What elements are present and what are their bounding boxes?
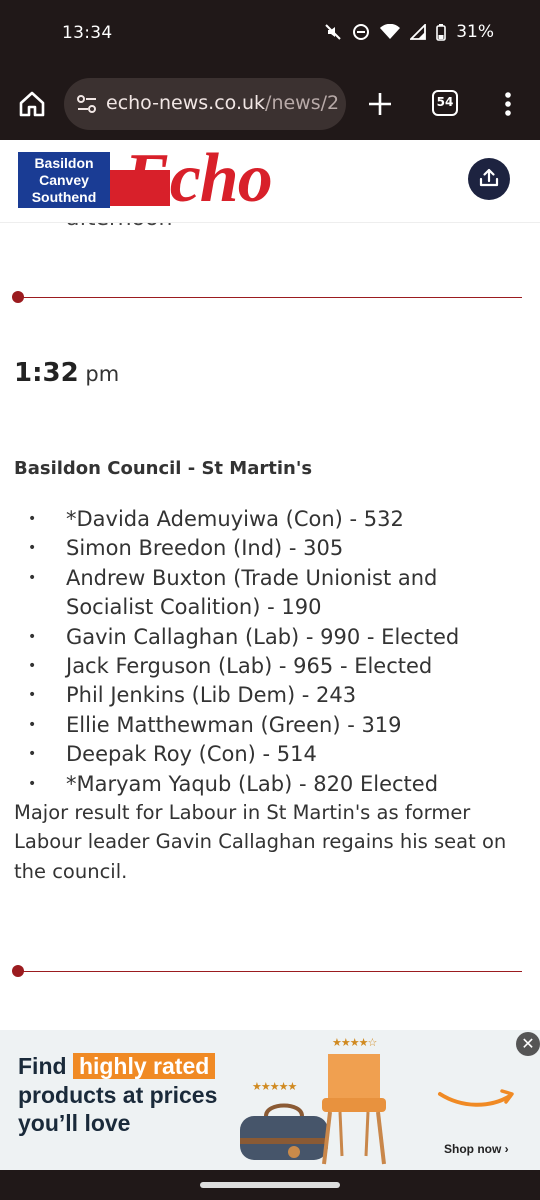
list-item: • Simon Breedon (Ind) - 305 [28,536,344,561]
gesture-nav-bar [0,1170,540,1200]
plus-icon [369,93,391,115]
mute-icon [324,23,342,41]
more-vert-icon [505,92,511,116]
status-time: 13:34 [62,23,113,43]
site-settings-icon[interactable] [76,93,98,119]
url-text: echo-news.co.uk/news/2 [106,92,339,114]
logo-word: Echo [124,140,273,217]
status-bar: 13:34 31% [0,0,540,68]
update-timestamp: 1:32 pm [14,358,119,388]
article-content: afternoon 1:32 pm Basildon Council - St … [0,222,540,1030]
partial-previous-text: afternoon [66,222,172,231]
list-item: • *Maryam Yaqub (Lab) - 820 Elected [28,771,439,796]
result-summary: Major result for Labour in St Martin's a… [14,801,507,883]
dnd-icon [352,23,370,41]
logo-line: Basildon [34,155,94,171]
ad-line: Find [18,1053,67,1079]
divider-line [18,296,522,298]
tab-switcher-button[interactable]: 54 [432,90,458,116]
ad-headline: Find highly rated products at prices you… [18,1052,217,1138]
browser-toolbar: echo-news.co.uk/news/2 54 [0,68,540,140]
divider-line [18,970,522,972]
logo-towns: Basildon Canvey Southend [18,152,110,208]
new-tab-button[interactable] [364,88,396,120]
list-item: • Gavin Callaghan (Lab) - 990 - Elected [28,624,460,649]
shop-now-link[interactable]: Shop now › [444,1142,509,1156]
rating-stars-icon: ★★★★☆ [332,1036,377,1049]
ad-highlight: highly rated [72,1053,216,1079]
logo-wordmark: Echo [110,144,330,214]
url-bar[interactable]: echo-news.co.uk/news/2 [64,78,346,130]
share-button[interactable] [468,158,510,200]
battery-icon [436,23,447,41]
timestamp-time: 1:32 [14,358,79,388]
echo-logo[interactable]: Basildon Canvey Southend Echo [18,144,330,214]
share-icon [479,168,499,187]
list-item: • Jack Ferguson (Lab) - 965 - Elected [28,654,433,679]
rating-stars-icon: ★★★★★ [252,1080,297,1093]
list-item: • Phil Jenkins (Lib Dem) - 243 [28,683,357,708]
close-icon: ✕ [521,1034,535,1053]
amazon-logo-icon [438,1089,514,1107]
url-domain: echo-news.co.uk [106,92,266,114]
url-path: /news/2 [265,92,340,114]
close-ad-button[interactable]: ✕ [516,1032,540,1056]
live-update-divider [12,965,522,977]
site-header: Basildon Canvey Southend Echo [0,140,540,223]
ad-line: products at prices [18,1081,218,1108]
battery-level: 31% [456,22,494,42]
browser-menu-button[interactable] [498,88,518,120]
signal-icon [410,24,427,40]
list-item: • Deepak Roy (Con) - 514 [28,742,317,767]
list-item: • Andrew Buxton (Trade Unionist and Socia… [28,565,438,620]
timestamp-suffix: pm [85,362,120,386]
result-heading: Basildon Council - St Martin's [14,458,313,479]
home-button[interactable] [16,88,48,120]
list-item: • Ellie Matthewman (Green) - 319 [28,712,402,737]
list-item: • *Davida Ademuyiwa (Con) - 532 [28,507,404,531]
wifi-icon [380,24,401,40]
logo-line: Southend [31,189,97,205]
home-icon [19,91,45,117]
home-gesture-pill[interactable] [200,1182,340,1188]
live-update-divider [12,291,522,303]
logo-line: Canvey [39,172,89,188]
amazon-ad-banner[interactable]: ✕ Find highly rated products at prices y… [0,1030,540,1170]
ad-line: you’ll love [18,1110,131,1136]
results-list: • *Davida Ademuyiwa (Con) - 532 • Simon Br… [0,505,540,799]
chair-image [322,1054,386,1165]
status-icons: 31% [324,22,494,42]
